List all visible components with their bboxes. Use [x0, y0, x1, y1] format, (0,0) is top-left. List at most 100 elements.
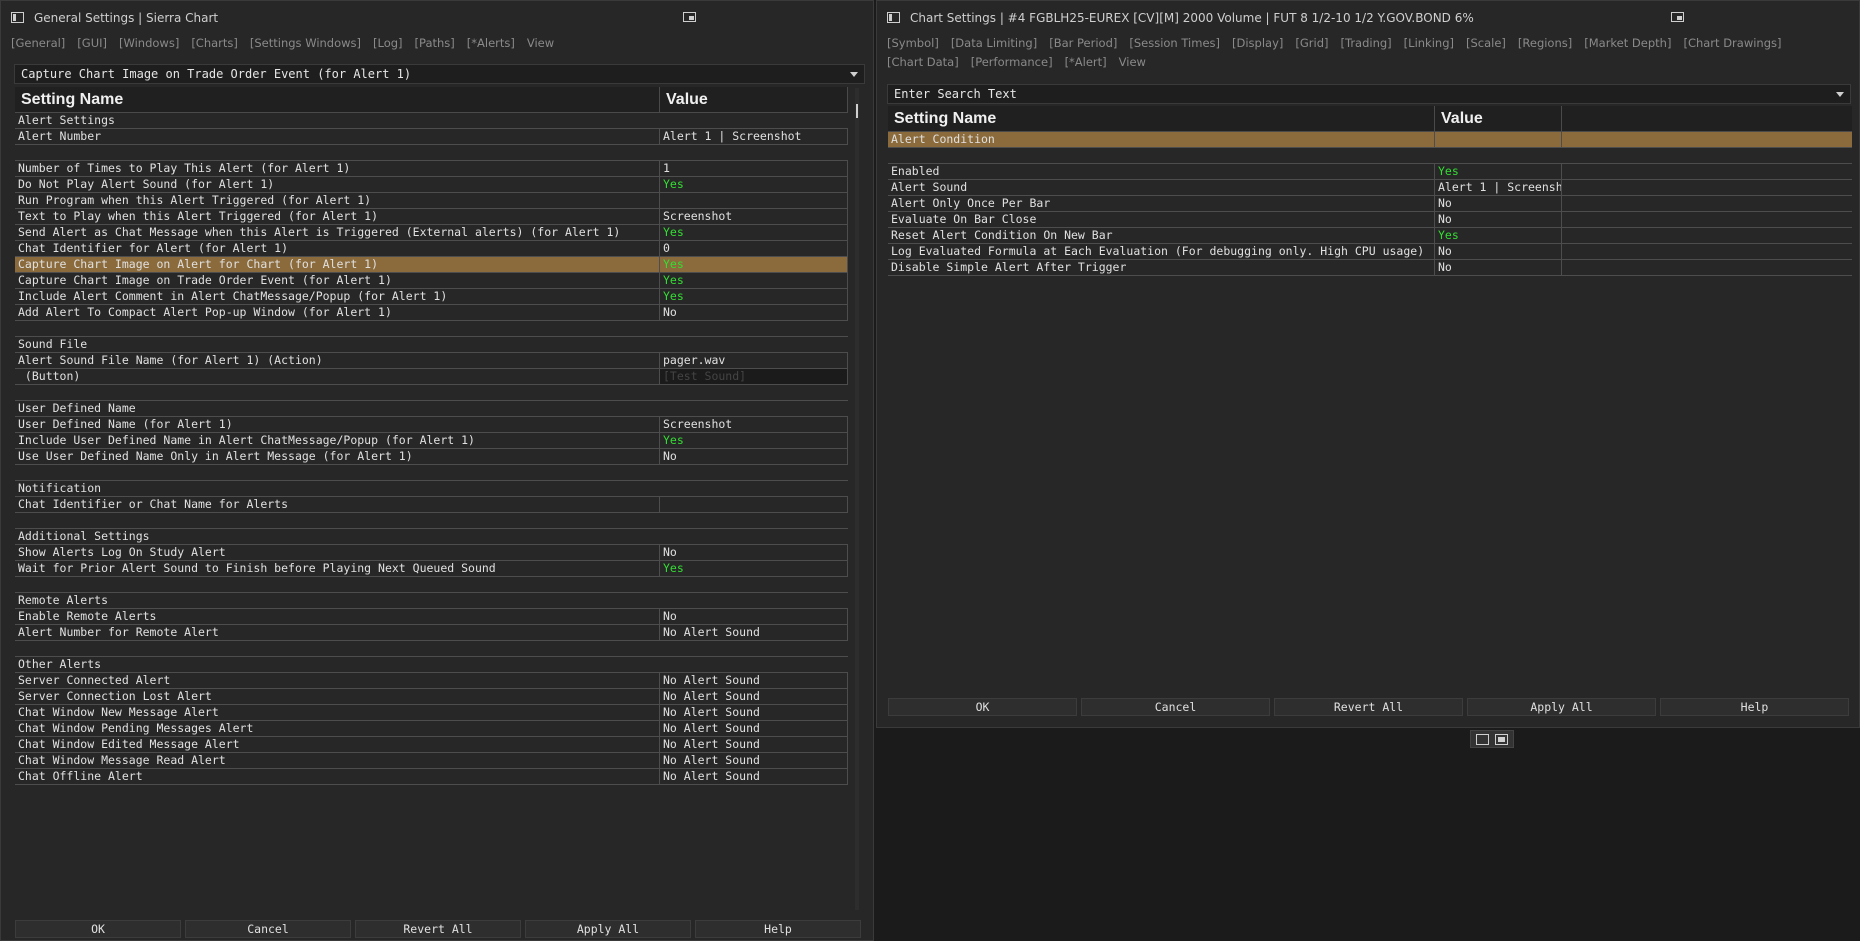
revert-all-button[interactable]: Revert All	[1274, 698, 1463, 716]
menu-item-general-4[interactable]: [Settings Windows]	[250, 34, 361, 53]
chart-settings-titlebar[interactable]: Chart Settings | #4 FGBLH25-EUREX [CV][M…	[877, 1, 1859, 34]
table-row[interactable]: Send Alert as Chat Message when this Ale…	[15, 225, 848, 241]
section-header[interactable]: Other Alerts	[15, 657, 848, 673]
menu-item-chart-10[interactable]: [Market Depth]	[1584, 34, 1671, 53]
table-row[interactable]: Disable Simple Alert After Trigger No	[888, 260, 1852, 276]
setting-value[interactable]: No	[1435, 244, 1562, 259]
menu-item-general-5[interactable]: [Log]	[373, 34, 403, 53]
table-row[interactable]: Wait for Prior Alert Sound to Finish bef…	[15, 561, 848, 577]
setting-value[interactable]: Alert 1 | Screenshot	[660, 129, 848, 144]
help-button[interactable]: Help	[1660, 698, 1849, 716]
table-row[interactable]: Include Alert Comment in Alert ChatMessa…	[15, 289, 848, 305]
menu-item-chart-2[interactable]: [Bar Period]	[1049, 34, 1117, 53]
menu-item-chart-6[interactable]: [Trading]	[1341, 34, 1392, 53]
search-combo[interactable]	[887, 84, 1851, 104]
table-row[interactable]: Chat Window New Message Alert No Alert So…	[15, 705, 848, 721]
section-header[interactable]: Sound File	[15, 337, 848, 353]
setting-value[interactable]: Yes	[660, 561, 848, 576]
menu-item-chart-1[interactable]: [Data Limiting]	[951, 34, 1037, 53]
setting-value[interactable]: Yes	[660, 225, 848, 240]
table-row[interactable]: Enabled Yes	[888, 164, 1852, 180]
menu-item-general-7[interactable]: [*Alerts]	[467, 34, 515, 53]
setting-value[interactable]: No	[660, 305, 848, 320]
menu-item-general-1[interactable]: [GUI]	[77, 34, 107, 53]
restore-icon[interactable]	[1671, 12, 1684, 22]
menu-item-general-8[interactable]: View	[527, 34, 554, 53]
setting-value[interactable]: No	[1435, 260, 1562, 275]
general-settings-titlebar[interactable]: General Settings | Sierra Chart	[1, 1, 873, 34]
menu-item-general-0[interactable]: [General]	[11, 34, 65, 53]
setting-value[interactable]: No Alert Sound	[660, 721, 848, 736]
menu-item-chart-0[interactable]: [Symbol]	[887, 34, 939, 53]
setting-value[interactable]: No Alert Sound	[660, 737, 848, 752]
menu-item-chart-11[interactable]: [Chart Drawings]	[1683, 34, 1781, 53]
menu-item-general-6[interactable]: [Paths]	[415, 34, 455, 53]
table-row[interactable]: Chat Window Pending Messages Alert No Ale…	[15, 721, 848, 737]
table-row[interactable]: Alert Sound File Name (for Alert 1) (Act…	[15, 353, 848, 369]
cancel-button[interactable]: Cancel	[185, 920, 351, 938]
table-row[interactable]: Log Evaluated Formula at Each Evaluation…	[888, 244, 1852, 260]
table-row[interactable]: Capture Chart Image on Trade Order Event…	[15, 273, 848, 289]
table-row[interactable]: User Defined Name (for Alert 1) Screensho…	[15, 417, 848, 433]
restore-icon[interactable]	[683, 12, 696, 22]
table-row[interactable]: Number of Times to Play This Alert (for …	[15, 161, 848, 177]
table-row[interactable]: Alert Number Alert 1 | Screenshot	[15, 129, 848, 145]
setting-value[interactable]: No Alert Sound	[660, 689, 848, 704]
table-row[interactable]: Do Not Play Alert Sound (for Alert 1) Yes	[15, 177, 848, 193]
setting-value[interactable]: Yes	[660, 257, 848, 272]
help-button[interactable]: Help	[695, 920, 861, 938]
menu-item-chart-3[interactable]: [Session Times]	[1129, 34, 1220, 53]
table-row[interactable]: Add Alert To Compact Alert Pop-up Window…	[15, 305, 848, 321]
scrollbar[interactable]	[855, 88, 859, 910]
apply-all-button[interactable]: Apply All	[1467, 698, 1656, 716]
table-row[interactable]: Alert SoundAlert 1 | Screenshot	[888, 180, 1852, 196]
setting-value[interactable]	[1435, 132, 1562, 147]
setting-value[interactable]: No Alert Sound	[660, 625, 848, 640]
setting-value[interactable]	[660, 193, 848, 208]
table-row[interactable]: Server Connection Lost Alert No Alert Sou…	[15, 689, 848, 705]
setting-value[interactable]: No	[660, 545, 848, 560]
ok-button[interactable]: OK	[888, 698, 1077, 716]
setting-value[interactable]: Screenshot	[660, 417, 848, 432]
table-row[interactable]: Chat Identifier for Alert (for Alert 1) 0	[15, 241, 848, 257]
table-row[interactable]: Capture Chart Image on Alert for Chart (…	[15, 257, 848, 273]
setting-search-combo[interactable]: Capture Chart Image on Trade Order Event…	[14, 64, 865, 84]
table-row[interactable]: Alert Condition	[888, 132, 1852, 148]
setting-value[interactable]: No	[1435, 212, 1562, 227]
cancel-button[interactable]: Cancel	[1081, 698, 1270, 716]
revert-all-button[interactable]: Revert All	[355, 920, 521, 938]
setting-value[interactable]: No Alert Sound	[660, 673, 848, 688]
section-header[interactable]: User Defined Name	[15, 401, 848, 417]
table-row[interactable]: Text to Play when this Alert Triggered (…	[15, 209, 848, 225]
menu-item-chart-9[interactable]: [Regions]	[1518, 34, 1572, 53]
setting-value[interactable]: No	[660, 609, 848, 624]
test-sound-button[interactable]: [Test Sound]	[660, 369, 848, 384]
table-row[interactable]: Show Alerts Log On Study Alert No	[15, 545, 848, 561]
menu-item-chart-4[interactable]: [Display]	[1232, 34, 1283, 53]
menu-item-chart-8[interactable]: [Scale]	[1466, 34, 1506, 53]
table-row[interactable]: Evaluate On Bar Close No	[888, 212, 1852, 228]
table-row[interactable]: Alert Only Once Per Bar No	[888, 196, 1852, 212]
search-input[interactable]	[894, 87, 1755, 101]
setting-value[interactable]: No Alert Sound	[660, 769, 848, 784]
ok-button[interactable]: OK	[15, 920, 181, 938]
menu-item-chart-14[interactable]: [*Alert]	[1065, 53, 1107, 72]
setting-value[interactable]: 0	[660, 241, 848, 256]
setting-value[interactable]: No Alert Sound	[660, 705, 848, 720]
setting-value[interactable]: Yes	[660, 289, 848, 304]
setting-value[interactable]: Yes	[660, 177, 848, 192]
table-row[interactable]: (Button) [Test Sound]	[15, 369, 848, 385]
setting-value[interactable]: No	[1435, 196, 1562, 211]
menu-item-chart-7[interactable]: [Linking]	[1404, 34, 1454, 53]
menu-item-general-2[interactable]: [Windows]	[119, 34, 179, 53]
setting-value[interactable]: Screenshot	[660, 209, 848, 224]
setting-value[interactable]: Yes	[1435, 228, 1562, 243]
setting-value[interactable]: 1	[660, 161, 848, 176]
list-view-icon[interactable]	[1476, 734, 1489, 745]
chevron-down-icon[interactable]	[1836, 92, 1844, 97]
section-header[interactable]: Alert Settings	[15, 113, 848, 129]
table-row[interactable]: Use User Defined Name Only in Alert Mess…	[15, 449, 848, 465]
menu-item-chart-15[interactable]: View	[1119, 53, 1146, 72]
menu-item-general-3[interactable]: [Charts]	[191, 34, 238, 53]
setting-value[interactable]	[660, 497, 848, 512]
